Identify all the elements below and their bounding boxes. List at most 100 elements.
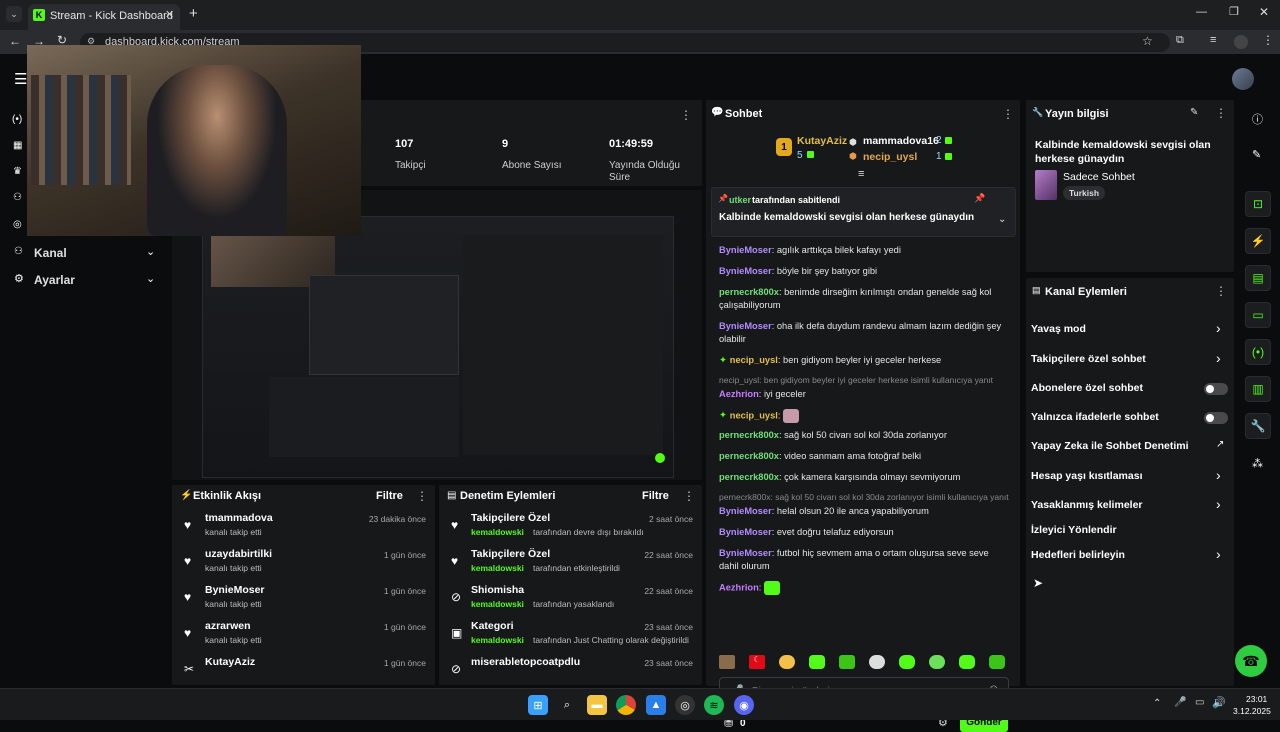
- turkey-flag-icon[interactable]: ☾: [749, 655, 765, 669]
- top-gifter-3-name[interactable]: necip_uysl: [863, 151, 917, 163]
- support-button[interactable]: ☎: [1235, 645, 1267, 677]
- obs-icon[interactable]: ◎: [13, 219, 22, 230]
- chat-message[interactable]: pernecrk800x: video sanmam ama fotoğraf …: [719, 450, 1009, 463]
- expand-list-icon[interactable]: ≡: [858, 168, 864, 180]
- chat-username[interactable]: pernecrk800x: [719, 451, 779, 461]
- document-icon[interactable]: ▤: [1245, 265, 1271, 291]
- chat-message[interactable]: pernecrk800x: çok kamera karşısında olma…: [719, 471, 1009, 484]
- user-avatar[interactable]: [1232, 68, 1254, 90]
- layout-icon[interactable]: ▥: [1245, 376, 1271, 402]
- chat-username[interactable]: BynieMoser: [719, 548, 772, 558]
- list-item[interactable]: ♥ uzaydabirtilki kanalı takip etti 1 gün ön…: [172, 545, 435, 579]
- pencil-icon[interactable]: ✎: [1252, 148, 1261, 161]
- chat-message[interactable]: BynieMoser: evet doğru telafuz ediyorsun: [719, 526, 1009, 539]
- tab-list-button[interactable]: ⌄: [6, 6, 22, 22]
- channel-action-item[interactable]: Abonelere özel sohbet: [1026, 379, 1234, 399]
- list-item[interactable]: ♥ BynieMoser kanalı takip etti 1 gün önce: [172, 581, 435, 615]
- clock-time[interactable]: 23:01: [1246, 694, 1267, 704]
- back-icon[interactable]: ←: [9, 34, 21, 48]
- mod-filter-button[interactable]: Filtre: [642, 490, 669, 502]
- list-item[interactable]: ♥ Takipçilere Özel kemaldowski tarafından e…: [439, 545, 702, 579]
- tab-close-icon[interactable]: ✕: [165, 8, 174, 21]
- chat-icon[interactable]: ▭: [1245, 302, 1271, 328]
- unpin-icon[interactable]: 📌: [974, 193, 985, 204]
- emote-icon[interactable]: [989, 655, 1005, 669]
- tray-chevron-icon[interactable]: ⌃: [1153, 698, 1161, 709]
- volume-icon[interactable]: 🔊: [1212, 696, 1226, 709]
- wrench-icon[interactable]: 🔧: [1245, 413, 1271, 439]
- chat-message[interactable]: BynieMoser: futbol hiç sevmem ama o orta…: [719, 547, 1009, 573]
- target-icon[interactable]: ⊡: [1245, 191, 1271, 217]
- emote-icon[interactable]: [869, 655, 885, 669]
- broadcast-icon[interactable]: (•): [1245, 339, 1271, 365]
- chat-username[interactable]: Aezhrion: [719, 582, 759, 592]
- panel-menu-icon[interactable]: ⋮: [680, 108, 692, 122]
- chat-username[interactable]: BynieMoser: [719, 527, 772, 537]
- channel-action-item[interactable]: Takipçilere özel sohbet ›: [1026, 350, 1234, 370]
- emote-icon[interactable]: [899, 655, 915, 669]
- emote-icon[interactable]: [779, 655, 795, 669]
- channel-action-item[interactable]: İzleyici Yönlendir: [1026, 521, 1234, 541]
- list-item[interactable]: ✂ KutayAziz 1 gün önce: [172, 653, 435, 687]
- chat-message[interactable]: Aezhrion:: [719, 581, 1009, 595]
- sidebar-item-ayarlar[interactable]: ⚙ Ayarlar ⌄: [14, 272, 159, 288]
- category-name[interactable]: Sadece Sohbet: [1063, 171, 1135, 183]
- hamburger-menu-icon[interactable]: ☰: [14, 70, 27, 88]
- toggle-switch[interactable]: [1204, 412, 1228, 424]
- panel-menu-icon[interactable]: ⋮: [416, 489, 428, 503]
- info-icon[interactable]: ⓘ: [1252, 111, 1263, 127]
- list-item[interactable]: ⊘ Shiomisha kemaldowski tarafından yasaklan…: [439, 581, 702, 615]
- sidebar-item-kanal[interactable]: ⚇ Kanal ⌄: [14, 245, 159, 261]
- file-explorer-icon[interactable]: ▬: [587, 695, 607, 715]
- channel-action-item[interactable]: Yasaklanmış kelimeler ›: [1026, 496, 1234, 516]
- panel-menu-icon[interactable]: ⋮: [1002, 107, 1014, 121]
- edit-icon[interactable]: ✎: [1190, 107, 1198, 118]
- list-item[interactable]: ♥ tmammadova kanalı takip etti 23 dakika ön…: [172, 509, 435, 543]
- chrome-icon[interactable]: [616, 695, 636, 715]
- clock-date[interactable]: 3.12.2025: [1233, 706, 1271, 716]
- new-tab-button[interactable]: +: [189, 5, 198, 22]
- panel-menu-icon[interactable]: ⋮: [1215, 284, 1227, 298]
- media-icon[interactable]: ≡: [1210, 34, 1216, 46]
- search-icon[interactable]: ⌕: [557, 695, 577, 715]
- spotify-icon[interactable]: ≋: [704, 695, 724, 715]
- chat-message[interactable]: pernecrk800x: sağ kol 50 civarı sol kol …: [719, 429, 1009, 442]
- chat-username[interactable]: BynieMoser: [719, 321, 772, 331]
- chat-message[interactable]: ✦ necip_uysl: ben gidiyom beyler iyi gece…: [719, 354, 1009, 367]
- chat-username[interactable]: BynieMoser: [719, 506, 772, 516]
- channel-action-item[interactable]: Yapay Zeka ile Sohbet Denetimi ↗: [1026, 437, 1234, 457]
- channel-action-item[interactable]: Yalnızca ifadelerle sohbet: [1026, 408, 1234, 428]
- minimize-icon[interactable]: —: [1196, 6, 1207, 18]
- channel-action-item[interactable]: Hedefleri belirleyin ›: [1026, 546, 1234, 566]
- photos-icon[interactable]: ▲: [646, 695, 666, 715]
- chat-username[interactable]: necip_uysl: [730, 410, 778, 420]
- chat-message[interactable]: BynieMoser: böyle bir şey batıyor gibi: [719, 265, 1009, 278]
- chat-message[interactable]: BynieMoser: oha ilk defa duydum randevu …: [719, 320, 1009, 346]
- panel-menu-icon[interactable]: ⋮: [683, 489, 695, 503]
- chat-username[interactable]: BynieMoser: [719, 266, 772, 276]
- chat-message[interactable]: pernecrk800x: benimde dirseğim kırılmışt…: [719, 286, 1009, 312]
- emote-icon[interactable]: [839, 655, 855, 669]
- browser-menu-icon[interactable]: ⋮: [1262, 33, 1274, 47]
- analytics-icon[interactable]: ▦: [13, 140, 22, 151]
- emote-icon[interactable]: [719, 655, 735, 669]
- list-item[interactable]: ⊘ miserabletopcoatpdlu 23 saat önce: [439, 653, 702, 687]
- maximize-icon[interactable]: ❐: [1229, 5, 1239, 18]
- chat-username[interactable]: Aezhrion: [719, 389, 759, 399]
- plugins-icon[interactable]: ⁂: [1252, 457, 1263, 470]
- chat-username[interactable]: pernecrk800x: [719, 430, 779, 440]
- panel-menu-icon[interactable]: ⋮: [1215, 106, 1227, 120]
- emote-icon[interactable]: [929, 655, 945, 669]
- emote-icon[interactable]: [959, 655, 975, 669]
- bookmark-star-icon[interactable]: ☆: [1142, 34, 1153, 48]
- bolt-icon[interactable]: ⚡: [1245, 228, 1271, 254]
- stream-preview-video[interactable]: [202, 216, 674, 478]
- activity-filter-button[interactable]: Filtre: [376, 490, 403, 502]
- list-item[interactable]: ♥ azrarwen kanalı takip etti 1 gün önce: [172, 617, 435, 651]
- discord-icon[interactable]: ◉: [734, 695, 754, 715]
- obs-icon[interactable]: ◎: [675, 695, 695, 715]
- microphone-icon[interactable]: 🎤: [1174, 697, 1186, 708]
- list-item[interactable]: ▣ Kategori kemaldowski tarafından Just Chat…: [439, 617, 702, 651]
- toggle-switch[interactable]: [1204, 383, 1228, 395]
- chat-username[interactable]: necip_uysl: [730, 355, 778, 365]
